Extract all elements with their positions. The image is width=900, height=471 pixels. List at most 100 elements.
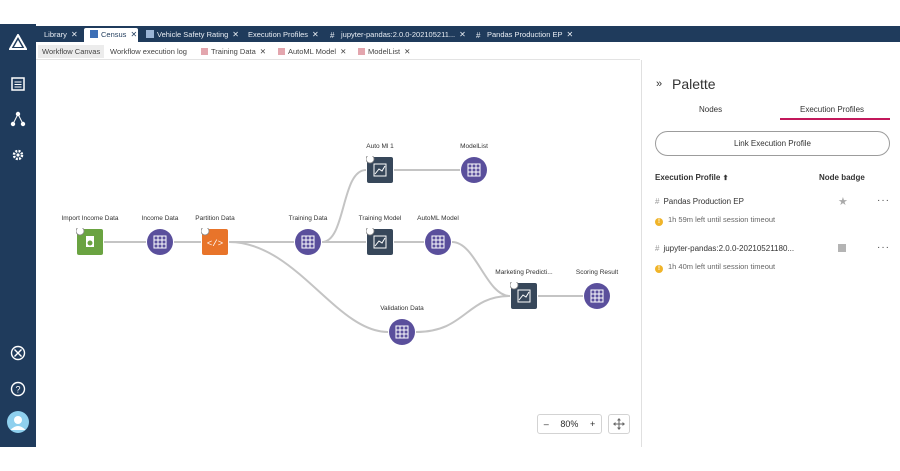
close-icon[interactable]: ✕ (459, 30, 466, 39)
tab-label: jupyter-pandas:2.0.0-202105211... (341, 30, 456, 39)
svg-text:?: ? (15, 385, 20, 395)
node-training-data[interactable] (294, 228, 322, 256)
app-logo-icon[interactable] (0, 34, 36, 50)
column-header-badge: Node badge (819, 173, 865, 182)
profile-name: jupyter-pandas:2.0.0-20210521180... (663, 244, 795, 253)
warning-icon: ! (655, 218, 663, 226)
help-icon[interactable]: ? (0, 381, 36, 397)
active-tab-underline (780, 118, 890, 120)
tab-label: Workflow execution log (110, 47, 187, 56)
fit-to-screen-button[interactable] (608, 414, 630, 434)
workflow-icon[interactable] (0, 111, 36, 127)
tab-workflow-canvas[interactable]: Workflow Canvas (38, 45, 105, 58)
collapse-chevron-icon[interactable]: » (656, 78, 662, 90)
tab-label: Workflow Canvas (42, 47, 101, 56)
tab-jupyter-pandas[interactable]: # jupyter-pandas:2.0.0-202105211... ✕ (324, 28, 466, 42)
node-label-scoring: Scoring Result (575, 269, 619, 276)
tools-icon[interactable] (0, 345, 36, 361)
close-icon[interactable]: ✕ (71, 30, 78, 39)
tab-automl-model[interactable]: AutoML Model ✕ (274, 45, 350, 58)
node-automl-model[interactable] (424, 228, 452, 256)
tab-workflow-execution-log[interactable]: Workflow execution log (106, 45, 191, 58)
zoom-out-button[interactable]: – (544, 419, 549, 429)
tab-label: Library (44, 30, 67, 39)
header-label: Execution Profile (655, 173, 721, 182)
node-training-model[interactable] (365, 226, 394, 256)
node-label-import-income: Import Income Data (61, 215, 119, 222)
tab-vehicle-safety-rating[interactable]: Vehicle Safety Rating ✕ (140, 28, 240, 42)
star-badge-icon[interactable]: ★ (838, 195, 848, 208)
tab-label: Execution Profiles (248, 30, 309, 39)
tab-nodes[interactable]: Nodes (699, 105, 722, 114)
node-label-income: Income Data (141, 215, 179, 222)
svg-text:</>: </> (207, 239, 223, 249)
zoom-control: – 80% + (537, 414, 602, 434)
profile-row-name[interactable]: # jupyter-pandas:2.0.0-20210521180... (655, 244, 794, 253)
close-icon[interactable]: ✕ (130, 30, 137, 39)
link-execution-profile-button[interactable]: Link Execution Profile (655, 131, 890, 156)
node-scoring-result[interactable] (583, 282, 611, 310)
tab-label: Pandas Production EP (487, 30, 563, 39)
node-modellist[interactable] (460, 156, 488, 184)
square-badge-icon[interactable] (838, 244, 846, 252)
close-icon[interactable]: ✕ (566, 30, 573, 39)
profile-row-status: ! 1h 40m left until session timeout (655, 262, 775, 273)
move-icon (613, 418, 625, 430)
more-options-button[interactable]: ··· (877, 195, 890, 206)
tab-pandas-production-ep[interactable]: # Pandas Production EP ✕ (470, 28, 573, 42)
node-auto-ml-1[interactable] (365, 154, 394, 184)
button-label: Link Execution Profile (734, 139, 811, 148)
status-text: 1h 59m left until session timeout (668, 215, 776, 224)
hash-icon: # (476, 31, 481, 40)
profile-name: Pandas Production EP (663, 197, 744, 206)
tab-modellist[interactable]: ModelList ✕ (354, 45, 414, 58)
close-icon[interactable]: ✕ (404, 47, 410, 56)
node-label-automl1: Auto Ml 1 (366, 143, 394, 150)
hash-icon: # (330, 31, 335, 40)
node-label-validation: Validation Data (380, 305, 424, 312)
app-window: ? Library ✕ Census ✕ Vehicle Safety Rating… (0, 0, 900, 471)
node-label-modellist: ModelList (460, 143, 488, 150)
user-avatar[interactable] (0, 411, 36, 433)
palette-title: Palette (672, 76, 716, 92)
close-icon[interactable]: ✕ (312, 30, 319, 39)
hash-icon: # (655, 197, 660, 206)
profile-row-name[interactable]: # Pandas Production EP (655, 197, 744, 206)
tab-library[interactable]: Library ✕ (38, 28, 82, 42)
close-icon[interactable]: ✕ (340, 47, 346, 56)
close-icon[interactable]: ✕ (260, 47, 266, 56)
grid-icon (90, 30, 98, 38)
node-label-training-model: Training Model (358, 215, 402, 222)
bottom-margin (0, 447, 900, 471)
table-icon (278, 48, 285, 55)
tab-label: ModelList (368, 47, 401, 56)
library-icon[interactable] (0, 76, 36, 92)
close-icon[interactable]: ✕ (232, 30, 239, 39)
node-marketing-prediction[interactable] (509, 280, 538, 310)
tab-census[interactable]: Census ✕ (84, 28, 138, 42)
column-header-profile[interactable]: Execution Profile ⬆ (655, 173, 728, 182)
tab-label: Vehicle Safety Rating (157, 30, 229, 39)
workflow-canvas[interactable]: Import Income Data Income Data Partition… (36, 60, 640, 447)
zoom-in-button[interactable]: + (590, 419, 595, 429)
more-options-button[interactable]: ··· (877, 242, 890, 253)
sort-icon: ⬆ (722, 175, 729, 182)
tab-execution-profiles[interactable]: Execution Profiles ✕ (242, 28, 322, 42)
top-tab-bar: Library ✕ Census ✕ Vehicle Safety Rating ✕ … (36, 26, 900, 42)
profile-row-status: ! 1h 59m left until session timeout (655, 215, 775, 226)
sub-tab-bar: Workflow Canvas Workflow execution log T… (36, 42, 640, 60)
table-icon (358, 48, 365, 55)
node-income-data[interactable] (146, 228, 174, 256)
tab-label: Census (101, 30, 127, 39)
warning-icon: ! (655, 265, 663, 273)
tab-training-data[interactable]: Training Data ✕ (197, 45, 270, 58)
settings-gear-icon[interactable] (0, 146, 36, 164)
node-validation-data[interactable] (388, 318, 416, 346)
node-partition-data[interactable]: </> (200, 226, 229, 256)
node-label-marketing: Marketing Predicti... (495, 269, 553, 276)
node-import-income-data[interactable] (75, 226, 104, 256)
table-icon (201, 48, 208, 55)
tab-label: Training Data (211, 47, 256, 56)
tab-execution-profiles-palette[interactable]: Execution Profiles (800, 105, 864, 114)
hash-icon: # (655, 244, 660, 253)
